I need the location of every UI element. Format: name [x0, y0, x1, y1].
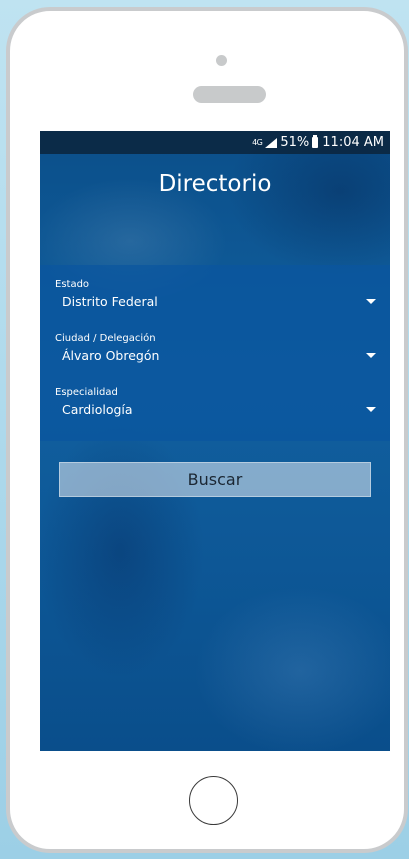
ciudad-label: Ciudad / Delegación	[55, 333, 156, 344]
estado-label: Estado	[55, 279, 90, 290]
battery-percent: 51%	[280, 135, 310, 150]
chevron-down-icon	[366, 407, 376, 412]
status-bar: 4G 51% 11:04 AM	[40, 131, 390, 154]
clock: 11:04 AM	[322, 135, 384, 150]
chevron-down-icon	[366, 353, 376, 358]
earpiece-speaker	[193, 86, 266, 103]
search-button[interactable]: Buscar	[59, 462, 371, 497]
front-camera	[216, 55, 227, 66]
home-button-icon[interactable]	[189, 776, 238, 825]
app-screen: 4G 51% 11:04 AM Directorio Estado Distri…	[40, 131, 390, 751]
estado-value: Distrito Federal	[62, 294, 158, 309]
page-title: Directorio	[158, 171, 272, 197]
especialidad-value: Cardiología	[62, 402, 133, 417]
network-type: 4G	[252, 137, 263, 147]
especialidad-label: Especialidad	[55, 387, 118, 398]
signal-icon	[265, 137, 278, 148]
especialidad-select[interactable]: Especialidad Cardiología	[40, 387, 390, 431]
estado-select[interactable]: Estado Distrito Federal	[40, 279, 390, 323]
battery-icon	[312, 135, 319, 148]
ciudad-select[interactable]: Ciudad / Delegación Álvaro Obregón	[40, 333, 390, 377]
ciudad-value: Álvaro Obregón	[62, 348, 160, 363]
search-form: Estado Distrito Federal Ciudad / Delegac…	[40, 265, 390, 441]
chevron-down-icon	[366, 299, 376, 304]
